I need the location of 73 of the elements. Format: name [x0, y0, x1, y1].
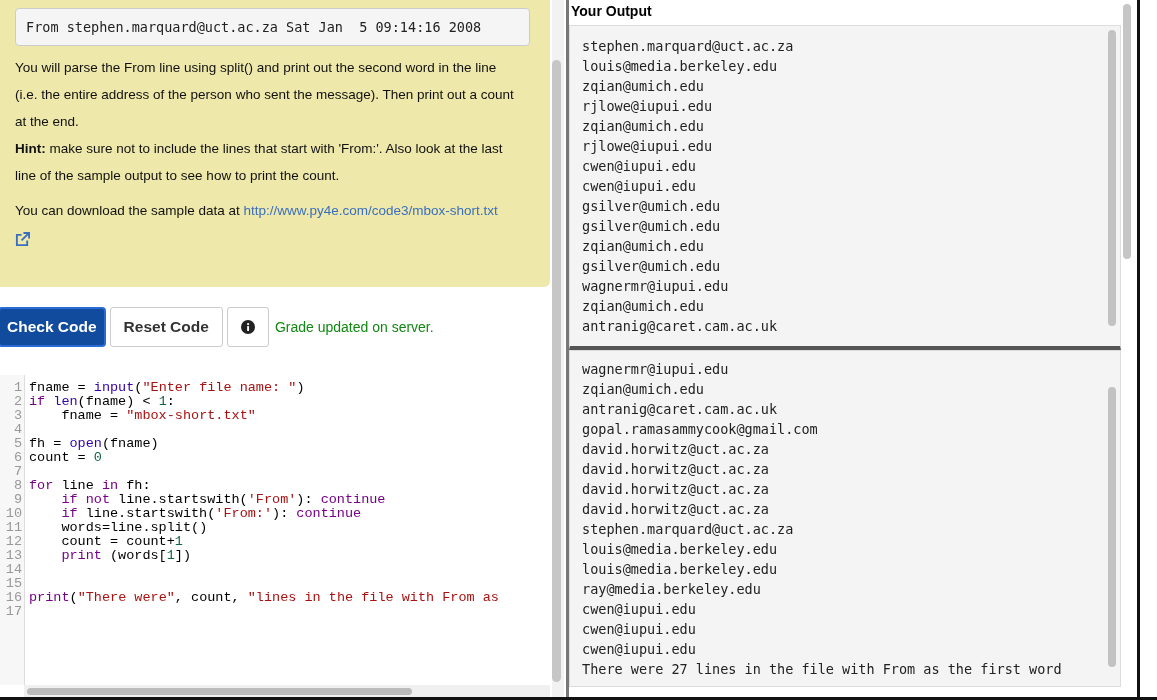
output-line: cwen@iupui.edu — [582, 157, 697, 176]
line-number: 8 — [12, 479, 22, 493]
output-line: stephen.marquard@uct.ac.za — [582, 520, 795, 539]
horizontal-scrollbar[interactable] — [24, 685, 550, 697]
page-scrollbar[interactable] — [552, 0, 564, 697]
check-code-button[interactable]: Check Code — [0, 307, 106, 347]
code-line: words=line.split() — [60, 520, 208, 535]
line-number: 1 — [12, 381, 22, 395]
output-line: cwen@iupui.edu — [582, 600, 697, 619]
line-number: 4 — [12, 423, 22, 437]
output-line: zqian@umich.edu — [582, 237, 705, 256]
output-line: rjlowe@iupui.edu — [582, 137, 714, 156]
code-line: if len(fname) < 1: — [29, 394, 175, 409]
instruction-text: You will parse the From line using split() and print out the second word in the line (i.e. the entire address of the person who sent the message). Then print out a count at the end. — [15, 59, 515, 131]
reset-code-button[interactable]: Reset Code — [109, 307, 223, 347]
data-link[interactable]: http://www.py4e.com/code3/mbox-short.txt — [243, 203, 498, 218]
output-line: zqian@umich.edu — [582, 380, 705, 399]
line-number: 5 — [12, 437, 22, 451]
code-line: count = count+1 — [60, 534, 183, 549]
output-line: wagnermr@iupui.edu — [582, 277, 730, 296]
output-line: zqian@umich.edu — [582, 117, 705, 136]
output-line: cwen@iupui.edu — [582, 640, 697, 659]
output-line: wagnermr@iupui.edu — [582, 360, 730, 379]
code-line: if line.startswith('From:'): continue — [61, 506, 362, 521]
output-line: david.horwitz@uct.ac.za — [582, 440, 770, 459]
output-line: louis@media.berkeley.edu — [582, 560, 779, 579]
output-line: gsilver@umich.edu — [582, 197, 722, 216]
output-line: rjlowe@iupui.edu — [582, 97, 714, 116]
line-number: 13 — [4, 549, 22, 563]
status-message: Grade updated on server. — [274, 319, 434, 335]
code-line: if not line.startswith('From'): continue — [61, 492, 386, 507]
line-number: 7 — [12, 465, 22, 479]
output-line: stephen.marquard@uct.ac.za — [582, 37, 795, 56]
download-text: You can download the sample data at — [15, 203, 240, 218]
output-line: david.horwitz@uct.ac.za — [582, 460, 770, 479]
code-line: print("There were", count, "lines in the file with From as — [29, 590, 499, 605]
info-button[interactable] — [226, 307, 269, 347]
info-icon — [240, 319, 255, 335]
line-number: 10 — [4, 507, 22, 521]
output-line: gsilver@umich.edu — [582, 217, 722, 236]
output-line: david.horwitz@uct.ac.za — [582, 480, 770, 499]
line-number: 6 — [12, 451, 22, 465]
output-line: There were 27 lines in the file with From as the first word — [582, 660, 1063, 679]
output-line: gopal.ramasammycook@gmail.com — [582, 420, 819, 439]
line-number: 2 — [12, 395, 22, 409]
output-line: cwen@iupui.edu — [582, 620, 697, 639]
line-number: 17 — [4, 605, 22, 619]
output-line: zqian@umich.edu — [582, 297, 705, 316]
output-line: gsilver@umich.edu — [582, 257, 722, 276]
line-number: 3 — [12, 409, 22, 423]
output-line: antranig@caret.cam.ac.uk — [582, 400, 779, 419]
code-line: fh = open(fname) — [29, 436, 159, 451]
output-line: louis@media.berkeley.edu — [582, 540, 779, 559]
output-title: Your Output — [570, 2, 653, 21]
line-number: 12 — [4, 535, 22, 549]
line-number: 15 — [4, 577, 22, 591]
code-line: count = 0 — [29, 450, 102, 465]
line-number: 16 — [4, 591, 22, 605]
output-line: zqian@umich.edu — [582, 77, 705, 96]
code-line: fname = input("Enter file name: ") — [29, 380, 305, 395]
output-line: david.horwitz@uct.ac.za — [582, 500, 770, 519]
output-line: antranig@caret.cam.ac.uk — [582, 317, 779, 336]
line-number: 14 — [4, 563, 22, 577]
output-line: ray@media.berkeley.edu — [582, 580, 762, 599]
output-line: cwen@iupui.edu — [582, 177, 697, 196]
line-number: 9 — [12, 493, 22, 507]
code-line: for line in fh: — [29, 478, 151, 493]
line-number: 11 — [4, 521, 22, 535]
output-line: louis@media.berkeley.edu — [582, 57, 779, 76]
instruction-text: Hint: make sure not to include the lines that start with 'From:'. Also look at the last line of the sample output to see how to print the count. — [15, 140, 504, 185]
code-line: print (words[1]) — [61, 548, 192, 563]
external-link-icon[interactable] — [15, 232, 30, 247]
code-line: fname = "mbox-short.txt" — [60, 408, 256, 423]
